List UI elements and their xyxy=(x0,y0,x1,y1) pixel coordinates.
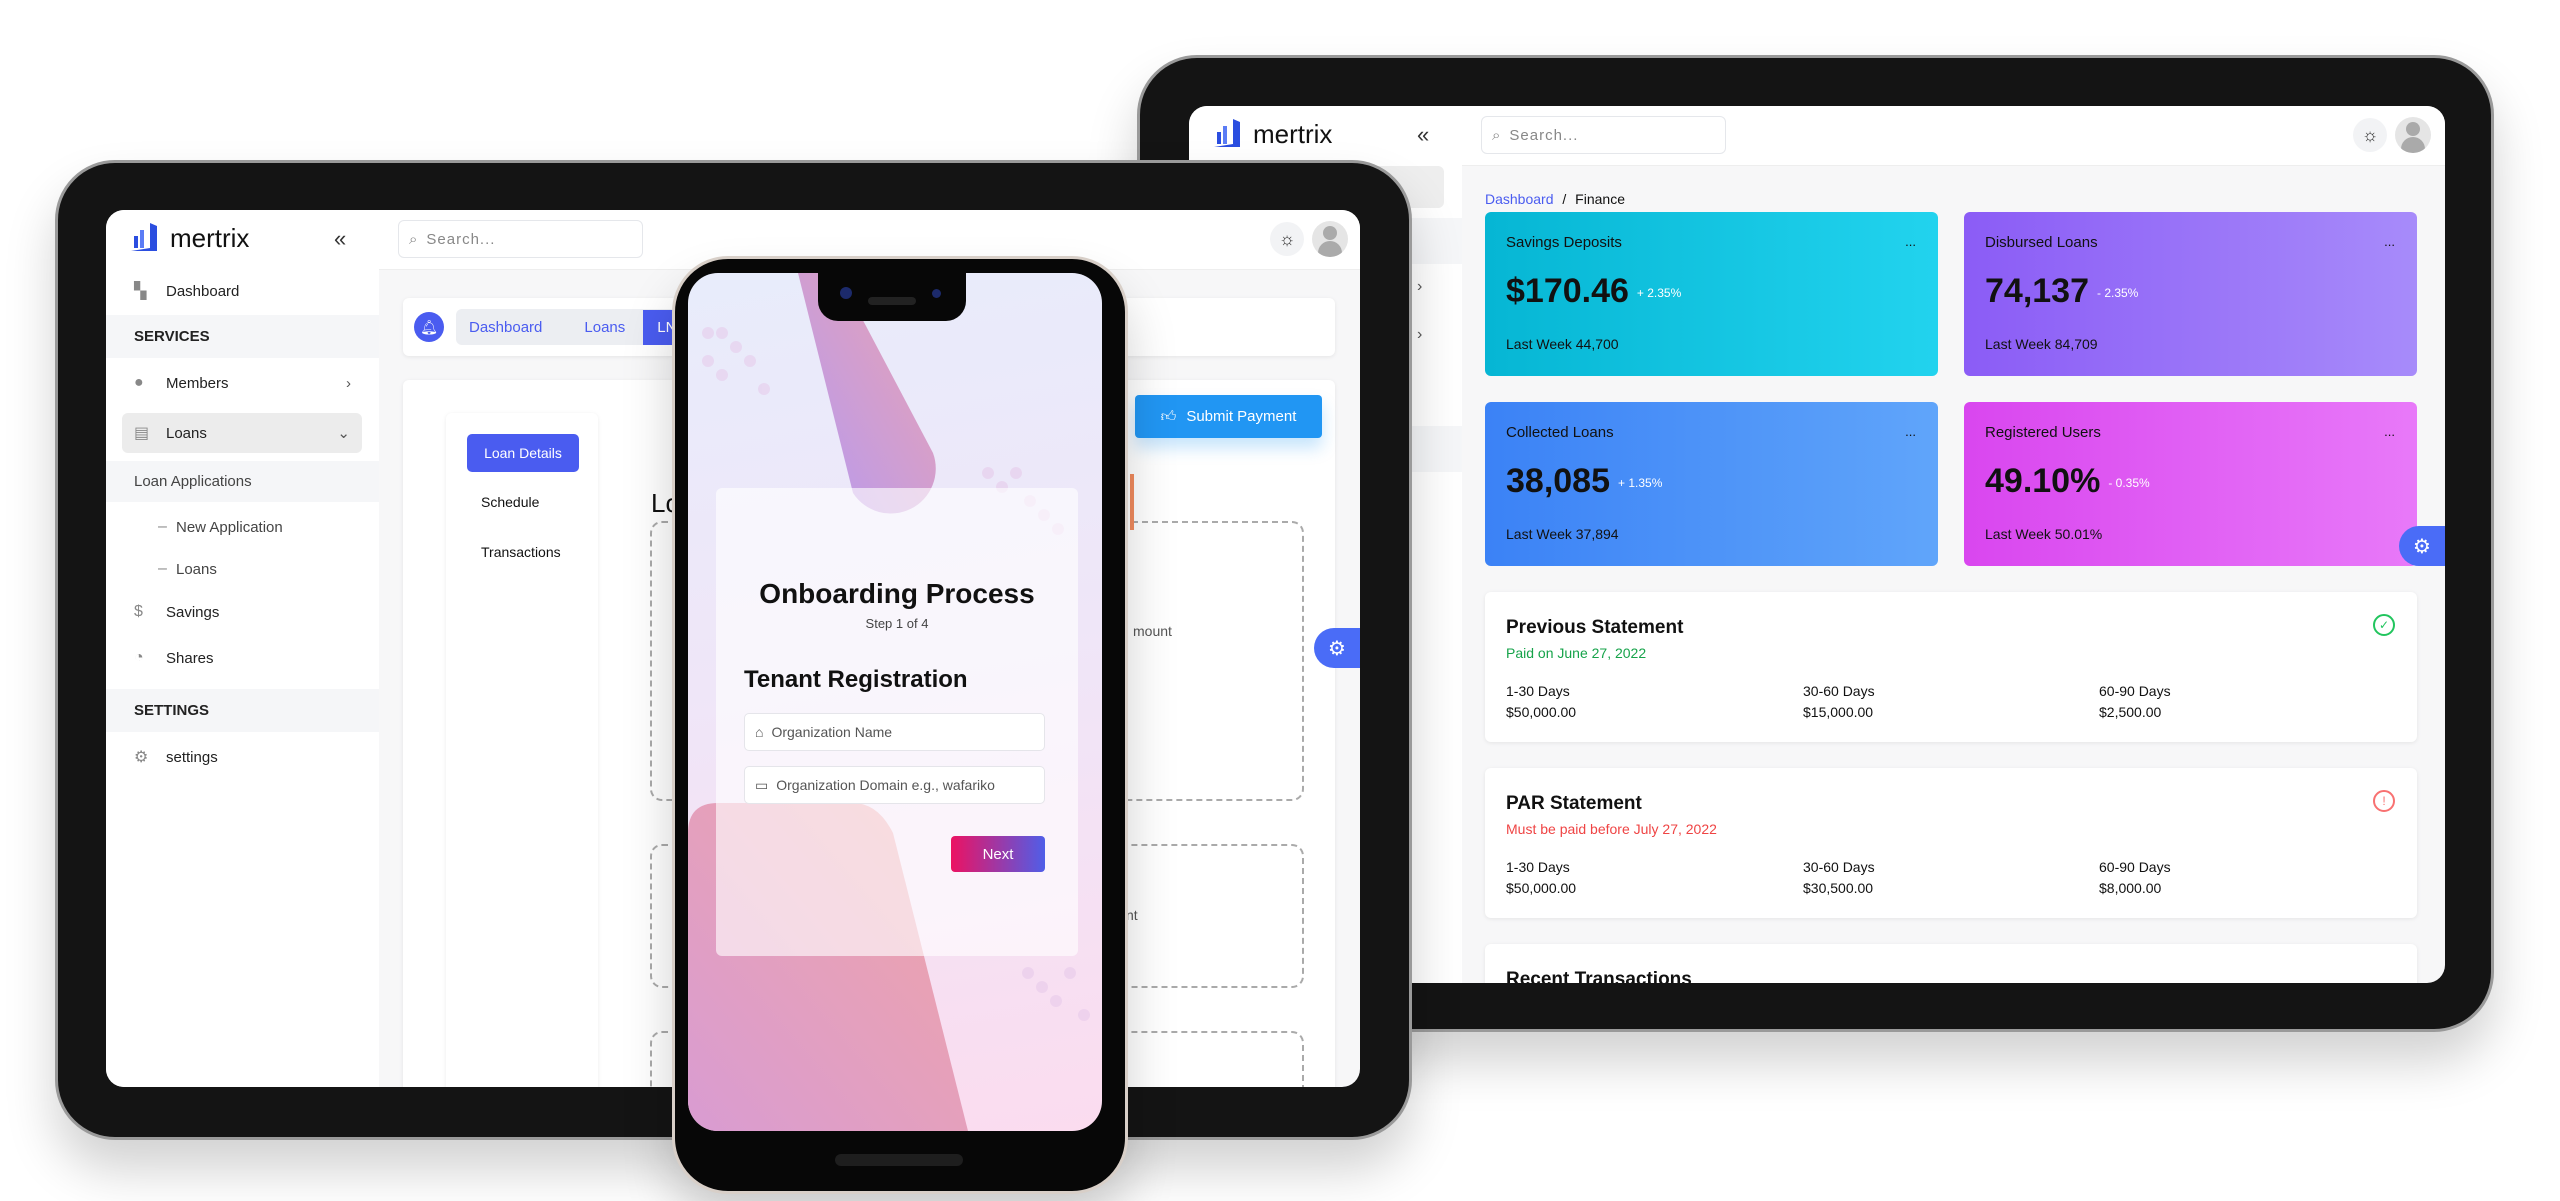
stat-card-savings[interactable]: Savings Deposits... $170.46 + 2.35% Last … xyxy=(1485,212,1938,376)
previous-statement-card: Previous Statement Paid on June 27, 2022… xyxy=(1485,592,2417,742)
settings-gear-icon[interactable]: ⚙ xyxy=(2399,526,2445,566)
collapse-sidebar-icon[interactable]: « xyxy=(334,226,346,252)
tab-loan-details[interactable]: Loan Details xyxy=(467,434,579,472)
onboarding-screen: Onboarding Process Step 1 of 4 Tenant Re… xyxy=(688,273,1102,1131)
speaker xyxy=(868,297,916,305)
chevron-right-icon[interactable]: › xyxy=(1417,278,1422,296)
chevron-down-icon: ⌄ xyxy=(337,425,350,442)
members-icon: ● xyxy=(134,374,144,391)
sidebar-item-shares[interactable]: ◔ Shares xyxy=(106,643,379,673)
sidebar-item-loan-applications[interactable]: Loan Applications xyxy=(106,461,379,502)
logo: mertrix xyxy=(1211,118,1332,150)
sidebar-item-settings[interactable]: ⚙ settings xyxy=(106,742,379,772)
sidebar-section-settings: Settings xyxy=(106,689,379,732)
dollar-icon: $ xyxy=(134,603,143,620)
field-label: mount xyxy=(1133,623,1172,639)
stat-card-registered[interactable]: Registered Users... 49.10% - 0.35% Last W… xyxy=(1964,402,2417,566)
sidebar-item-loans-sub[interactable]: – Loans xyxy=(106,554,379,584)
search-icon: ⌕ xyxy=(1492,126,1502,144)
recent-transactions-card: Recent Transactions xyxy=(1485,944,2417,983)
stat-card-collected[interactable]: Collected Loans... 38,085 + 1.35% Last We… xyxy=(1485,402,1938,566)
submit-payment-button[interactable]: 👍︎ Submit Payment xyxy=(1135,395,1322,438)
logo-icon xyxy=(131,223,157,251)
home-icon: ⌂ xyxy=(755,724,764,740)
breadcrumb: Dashboard / Finance xyxy=(1485,191,1625,207)
next-button[interactable]: Next xyxy=(951,836,1045,872)
breadcrumb-dashboard[interactable]: Dashboard xyxy=(469,319,542,336)
tab-transactions[interactable]: Transactions xyxy=(481,544,561,560)
logo: mertrix xyxy=(128,222,249,254)
breadcrumb-link-dashboard[interactable]: Dashboard xyxy=(1485,191,1554,207)
logo-icon xyxy=(1214,119,1240,147)
par-statement-card: PAR Statement Must be paid before July 2… xyxy=(1485,768,2417,918)
brand-name: mertrix xyxy=(170,222,250,253)
collapse-sidebar-icon[interactable]: « xyxy=(1417,122,1429,148)
bell-icon[interactable]: 🔔︎ xyxy=(414,312,444,342)
more-icon[interactable]: ... xyxy=(2384,234,2395,249)
avatar[interactable] xyxy=(2395,117,2431,153)
sidebar-item-new-application[interactable]: – New Application xyxy=(106,512,379,542)
search-input[interactable]: ⌕ Search... xyxy=(1481,116,1726,154)
avatar[interactable] xyxy=(1312,221,1348,257)
header: ⌕ Search... ☼ xyxy=(1462,106,2445,166)
breadcrumb: Dashboard Loans LN xyxy=(456,309,691,345)
pie-chart-icon: ◔ xyxy=(134,649,144,666)
statement-status: Must be paid before July 27, 2022 xyxy=(1506,821,1717,837)
brand-name: mertrix xyxy=(1253,118,1333,149)
search-icon: ⌕ xyxy=(409,230,419,248)
search-input[interactable]: ⌕ Search... xyxy=(398,220,643,258)
statement-status: Paid on June 27, 2022 xyxy=(1506,645,1647,661)
tab-schedule[interactable]: Schedule xyxy=(481,494,539,510)
theme-toggle-sun-icon[interactable]: ☼ xyxy=(2353,118,2387,152)
sidebar-item-loans[interactable]: ▤ Loans ⌄ xyxy=(122,413,362,453)
onboarding-title: Onboarding Process xyxy=(759,578,1035,609)
more-icon[interactable]: ... xyxy=(2384,424,2395,439)
chevron-right-icon[interactable]: › xyxy=(1417,326,1422,344)
camera-icon xyxy=(840,287,852,299)
loans-icon: ▤ xyxy=(134,425,150,442)
sidebar-item-savings[interactable]: $ Savings xyxy=(106,597,379,627)
phone: Onboarding Process Step 1 of 4 Tenant Re… xyxy=(672,256,1128,1194)
more-icon[interactable]: ... xyxy=(1905,424,1916,439)
accent-bar xyxy=(1130,474,1134,530)
gear-icon: ⚙ xyxy=(134,749,149,766)
notch xyxy=(818,273,966,321)
sidebar: mertrix « ▚ Dashboard Services ● Members › … xyxy=(106,210,379,1087)
camera-icon xyxy=(932,289,941,298)
organization-name-input[interactable]: ⌂ Organization Name xyxy=(744,713,1045,751)
step-indicator: Step 1 of 4 xyxy=(865,616,929,631)
more-icon[interactable]: ... xyxy=(1905,234,1916,249)
dashboard-icon: ▚ xyxy=(134,283,147,300)
organization-domain-input[interactable]: ▭ Organization Domain e.g., wafariko xyxy=(744,766,1045,804)
thumbs-up-icon: 👍︎ xyxy=(1160,407,1177,425)
onboarding-card: Onboarding Process Step 1 of 4 Tenant Re… xyxy=(716,488,1078,956)
breadcrumb-loans[interactable]: Loans xyxy=(584,319,625,336)
stat-card-disbursed[interactable]: Disbursed Loans... 74,137- 2.35% Last We… xyxy=(1964,212,2417,376)
sidebar-item-members[interactable]: ● Members › xyxy=(106,368,379,398)
alert-circle-icon: ! xyxy=(2373,790,2395,812)
sidebar-item-dashboard[interactable]: ▚ Dashboard xyxy=(106,276,379,306)
chevron-right-icon: › xyxy=(346,374,351,392)
home-indicator xyxy=(835,1154,963,1166)
breadcrumb-current: Finance xyxy=(1575,191,1625,207)
settings-gear-icon[interactable]: ⚙ xyxy=(1314,628,1360,668)
tab-panel: Loan Details Schedule Transactions xyxy=(446,413,598,1087)
laptop-icon: ▭ xyxy=(755,776,769,793)
theme-toggle-sun-icon[interactable]: ☼ xyxy=(1270,222,1304,256)
sidebar-section-services: Services xyxy=(106,315,379,358)
section-title: Tenant Registration xyxy=(744,666,968,693)
check-circle-icon: ✓ xyxy=(2373,614,2395,636)
